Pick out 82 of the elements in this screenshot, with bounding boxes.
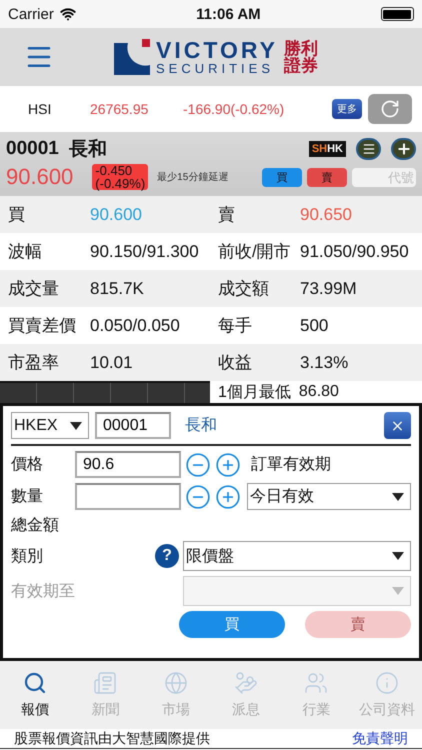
price-change-badge: -0.450 (-0.49%) (92, 164, 148, 190)
refresh-icon (380, 99, 400, 119)
newspaper-icon (93, 671, 118, 695)
dropdown-caret-icon (392, 492, 404, 500)
quote-value: 90.150/91.300 (90, 242, 200, 262)
disclaimer-link[interactable]: 免責聲明 (352, 730, 408, 748)
quote-label: 賣 (218, 204, 236, 226)
info-icon (374, 671, 399, 695)
quote-label: 買 (8, 204, 26, 226)
more-button[interactable]: 更多 (332, 99, 362, 119)
search-icon (23, 671, 48, 695)
quote-label: 1個月最低 (218, 382, 291, 402)
carrier-name: Carrier (8, 6, 54, 22)
refresh-button[interactable] (368, 94, 412, 124)
people-icon (304, 671, 328, 695)
quote-label: 波幅 (8, 241, 43, 263)
sell-button[interactable]: 賣 (307, 168, 347, 186)
quantity-label: 數量 (11, 487, 44, 507)
list-icon (362, 142, 376, 156)
help-icon[interactable]: ? (155, 544, 179, 568)
market-badge: SHHK (308, 141, 346, 157)
wifi-icon (60, 6, 76, 22)
quote-value: 3.13% (300, 352, 350, 372)
tab[interactable]: 報價 (0, 671, 70, 719)
quote-value: 500 (300, 316, 330, 336)
quote-value: 10.01 (90, 352, 134, 372)
index-change: -166.90(-0.62%) (183, 101, 284, 117)
order-stock-name: 長和 (185, 416, 217, 436)
quote-value: 0.050/0.050 (90, 316, 181, 336)
list-button[interactable] (356, 138, 381, 160)
quote-label: 收益 (218, 352, 253, 374)
dropdown-caret-icon (392, 552, 404, 560)
quantity-field[interactable] (75, 483, 181, 510)
decrease-icon[interactable] (185, 452, 211, 478)
dropdown-caret-icon (70, 422, 82, 430)
quote-label: 前收/開市 (218, 241, 292, 263)
quote-label: 每手 (218, 315, 253, 337)
status-time: 11:06 AM (196, 6, 261, 22)
plus-icon (396, 141, 412, 157)
quote-label: 成交額 (218, 278, 270, 300)
add-button[interactable] (391, 138, 416, 160)
validity-label: 訂單有效期 (251, 454, 331, 475)
globe-icon (164, 671, 188, 695)
stock-name: 長和 (68, 138, 107, 162)
total-amount-label: 總金額 (11, 516, 60, 536)
price-label: 價格 (11, 455, 44, 475)
increase-icon[interactable] (215, 484, 241, 510)
coin-hand-icon (234, 671, 258, 695)
quote-label: 成交量 (8, 278, 60, 300)
stock-price: 90.600 (6, 164, 74, 190)
logo-mark-icon (114, 39, 150, 75)
quote-label: 市盈率 (8, 352, 60, 374)
quote-value: 90.650 (300, 204, 353, 224)
logo-subtitle: SECURITIES (156, 62, 276, 75)
index-name: HSI (28, 101, 52, 117)
data-source-note: 股票報價資訊由大智慧國際提供 (14, 730, 210, 748)
close-button[interactable] (384, 412, 411, 439)
quote-value: 90.600 (90, 204, 143, 224)
buy-button[interactable]: 買 (262, 168, 302, 186)
logo-wordmark: VICTORY (156, 39, 278, 62)
increase-icon[interactable] (215, 452, 241, 478)
battery-icon (380, 7, 414, 21)
validity-dropdown[interactable]: 今日有效 (247, 483, 411, 510)
exchange-dropdown[interactable]: HKEX (11, 412, 89, 439)
index-value: 26765.95 (90, 101, 150, 117)
quote-value: 86.80 (298, 383, 339, 401)
logo-chinese-subtitle: 證券 (284, 57, 318, 74)
quote-value: 73.99M (300, 278, 358, 298)
decrease-icon[interactable] (185, 484, 211, 510)
quote-value: 91.050/90.950 (300, 242, 410, 262)
dropdown-caret-icon (392, 587, 404, 595)
expiry-label: 有效期至 (11, 582, 76, 602)
stock-code: 00001 (6, 138, 59, 160)
buy-button[interactable]: 買 (179, 611, 285, 638)
quote-label: 買賣差價 (8, 315, 77, 337)
logo-chinese-name: 勝利 (284, 40, 318, 57)
stock-code-field[interactable]: 00001 (95, 412, 171, 439)
order-type-dropdown[interactable]: 限價盤 (183, 541, 411, 571)
price-field[interactable]: 90.6 (75, 451, 181, 478)
type-label: 類別 (11, 546, 44, 566)
delay-note: 最少15分鐘延遲 (157, 170, 228, 184)
quote-value: 815.7K (90, 278, 145, 298)
